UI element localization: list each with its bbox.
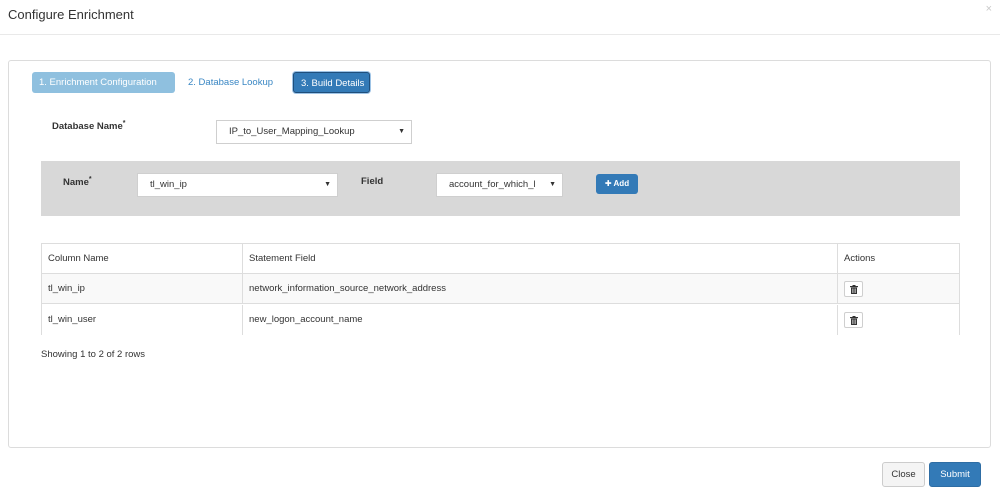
field-label: Field: [361, 176, 384, 187]
column-header-column-name[interactable]: Column Name: [42, 244, 243, 273]
delete-row-button[interactable]: [844, 312, 863, 328]
plus-icon: ✚: [604, 179, 612, 188]
modal-title: Configure Enrichment: [8, 7, 134, 22]
cell-statement-field: new_logon_account_name: [243, 305, 838, 335]
cell-column-name: tl_win_ip: [42, 274, 243, 303]
required-marker: *: [122, 120, 126, 127]
modal-header: Configure Enrichment ×: [0, 0, 1000, 35]
caret-down-icon: ▼: [549, 181, 556, 188]
close-icon[interactable]: ×: [986, 3, 992, 15]
submit-button[interactable]: Submit: [929, 462, 981, 487]
cell-actions: [838, 274, 959, 303]
database-name-selected: IP_to_User_Mapping_Lookup: [229, 126, 355, 137]
database-name-label: Database Name*: [52, 120, 126, 132]
name-label: Name*: [63, 176, 92, 188]
cell-statement-field: network_information_source_network_addre…: [243, 274, 838, 303]
add-button[interactable]: ✚ Add: [596, 174, 638, 194]
pagination-info: Showing 1 to 2 of 2 rows: [41, 349, 146, 360]
cell-column-name: tl_win_user: [42, 305, 243, 335]
database-name-select[interactable]: IP_to_User_Mapping_Lookup ▼: [216, 120, 412, 144]
wizard-step-enrichment-configuration[interactable]: 1. Enrichment Configuration: [32, 72, 175, 93]
caret-down-icon: ▼: [398, 128, 405, 135]
close-button[interactable]: Close: [882, 462, 925, 487]
column-header-statement-field[interactable]: Statement Field: [243, 244, 838, 273]
field-select[interactable]: account_for_which_l ▼: [436, 173, 563, 197]
field-selected: account_for_which_l: [449, 179, 536, 190]
table-header-row: Column Name Statement Field Actions: [42, 244, 959, 274]
add-button-label: Add: [613, 179, 630, 188]
wizard-step-build-details[interactable]: 3. Build Details: [293, 72, 370, 93]
name-select[interactable]: tl_win_ip ▼: [137, 173, 338, 197]
required-marker: *: [88, 176, 92, 183]
trash-icon: [850, 285, 858, 294]
name-selected: tl_win_ip: [150, 179, 187, 190]
name-label-text: Name: [63, 177, 89, 189]
mapping-form-bar: Name* tl_win_ip ▼ Field account_for_whic…: [41, 161, 960, 216]
table-row: tl_win_ip network_information_source_net…: [42, 274, 959, 304]
trash-icon: [850, 316, 858, 325]
delete-row-button[interactable]: [844, 281, 863, 297]
mapping-table: Column Name Statement Field Actions tl_w…: [41, 243, 960, 335]
caret-down-icon: ▼: [324, 181, 331, 188]
column-header-actions: Actions: [844, 253, 876, 264]
wizard-step-database-lookup[interactable]: 2. Database Lookup: [181, 72, 280, 93]
database-name-label-text: Database Name: [52, 121, 123, 133]
table-row: tl_win_user new_logon_account_name: [42, 305, 959, 335]
cell-actions: [838, 305, 959, 335]
build-details-panel: 1. Enrichment Configuration 2. Database …: [8, 60, 991, 448]
